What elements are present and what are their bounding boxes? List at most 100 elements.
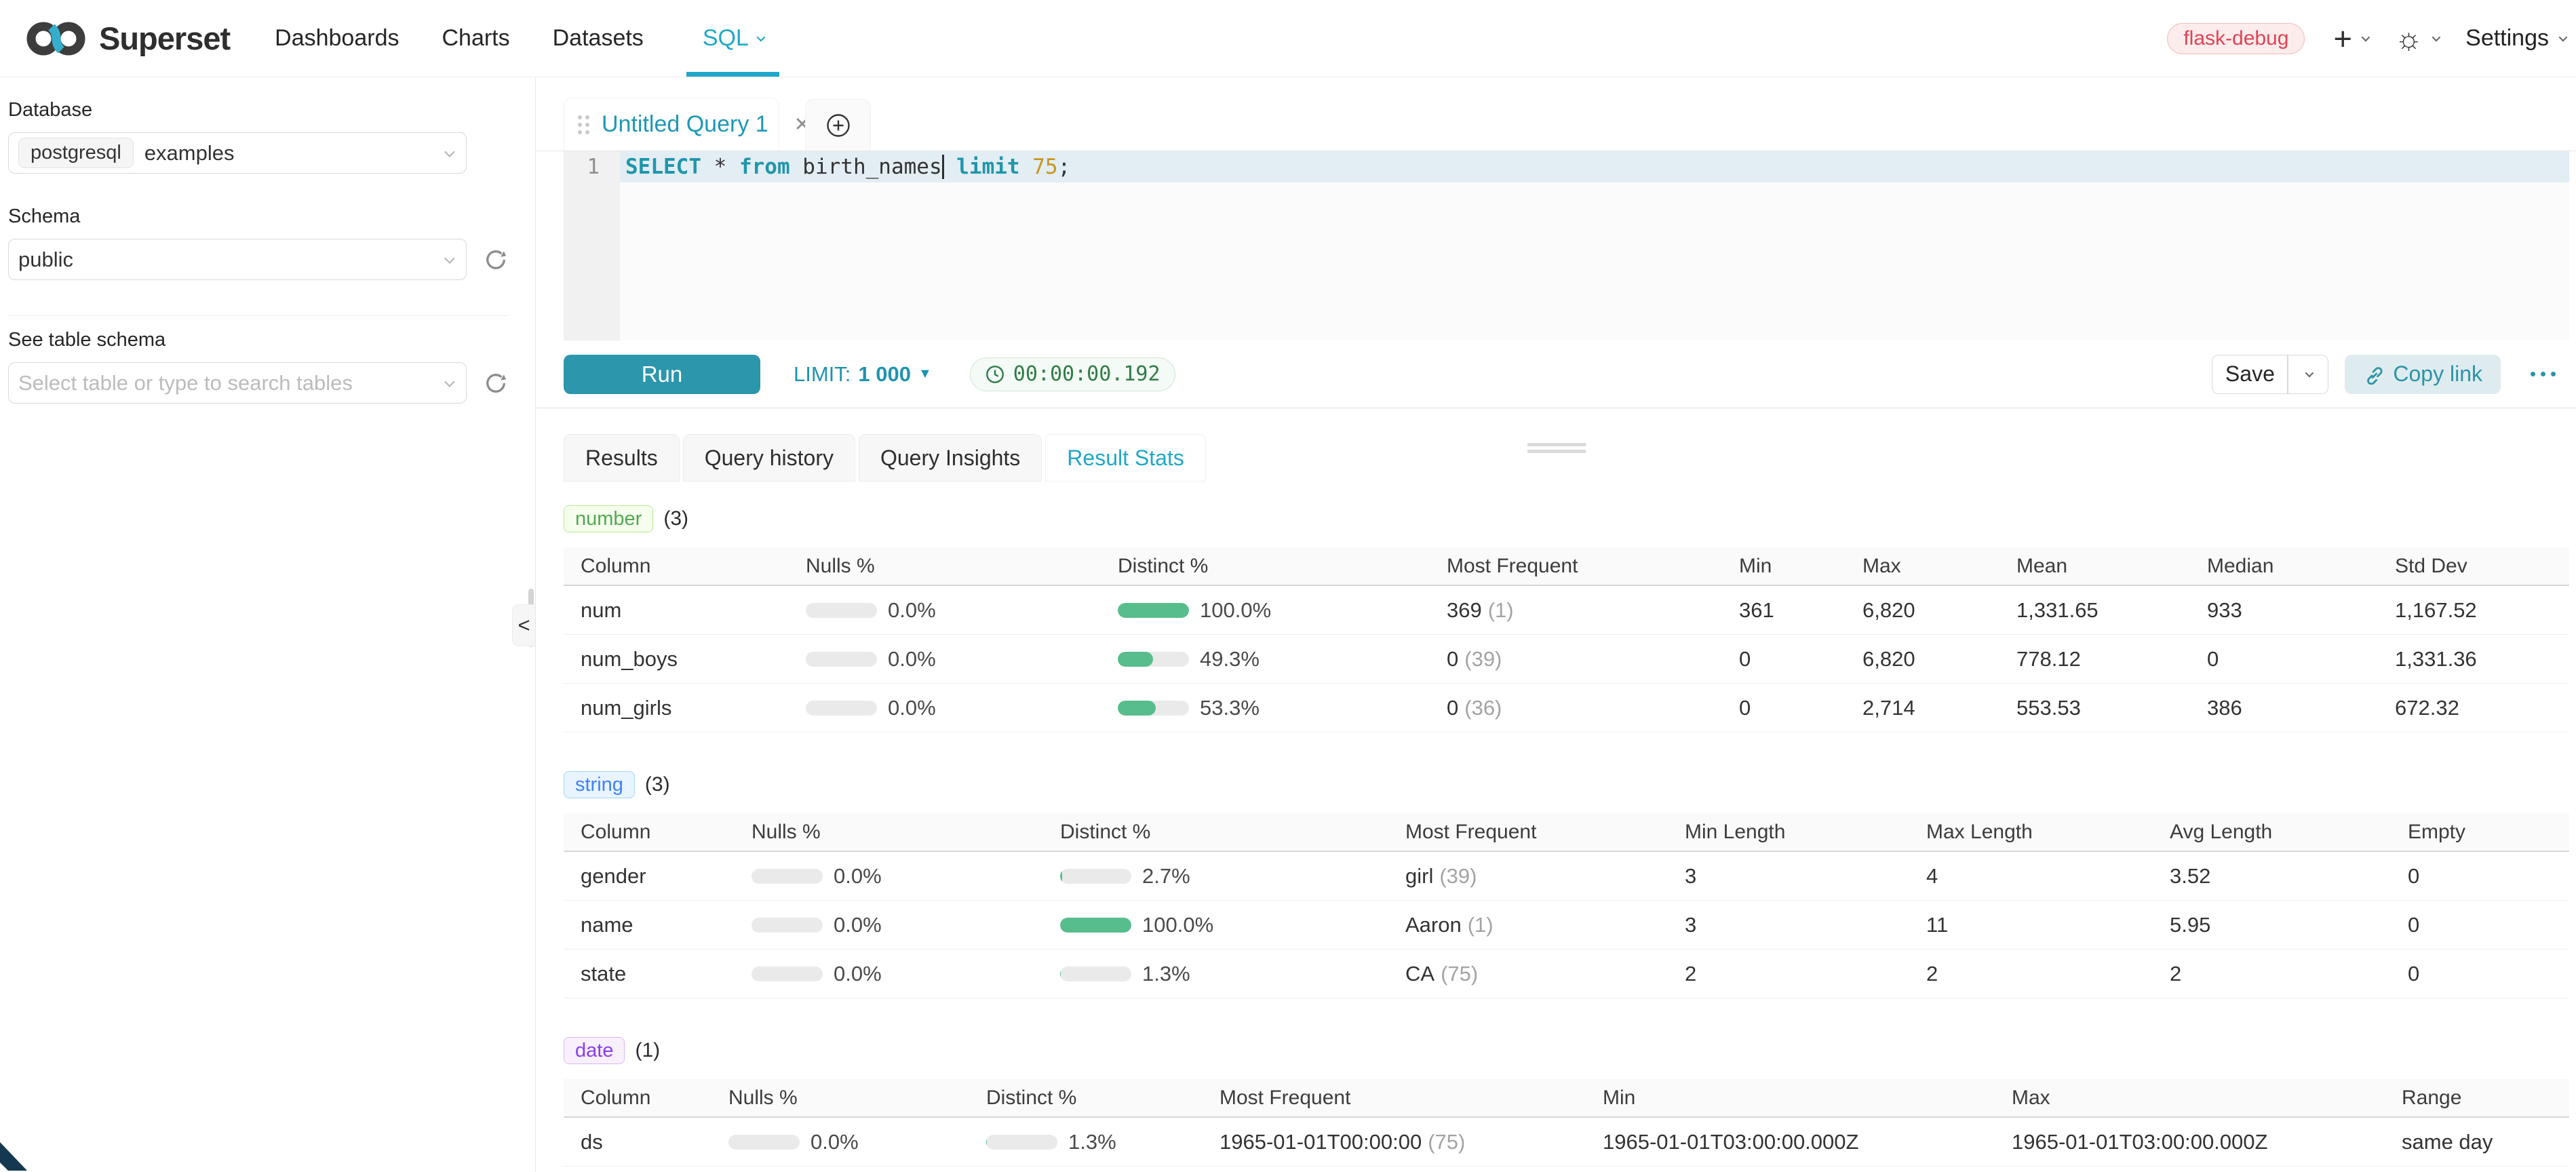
settings-label: Settings [2465, 25, 2549, 52]
schema-select[interactable]: public [8, 239, 467, 280]
save-options-button[interactable] [2288, 355, 2328, 394]
cell-empty: 0 [2408, 852, 2569, 900]
nav-item-datasets[interactable]: Datasets [553, 25, 644, 52]
chevron-down-icon [2432, 33, 2441, 42]
column-header-column: Column [564, 813, 752, 851]
percent-label: 0.0% [888, 696, 936, 720]
refresh-tables-icon[interactable] [484, 372, 507, 395]
navbar-right: flask-debug + ☼ Settings [2167, 22, 2576, 54]
sql-table-name: birth_names [790, 155, 942, 179]
progress-bar [1118, 603, 1189, 618]
cell-value: num [581, 598, 621, 623]
sql-keyword: limit [944, 155, 1020, 179]
result-tabs: Results Query history Query Insights Res… [536, 434, 2576, 482]
tab-results[interactable]: Results [564, 434, 680, 482]
cell-nulls: 0.0% [752, 852, 1060, 900]
cell-min: 361 [1739, 586, 1862, 634]
nav-item-sql[interactable]: SQL [686, 0, 779, 77]
column-header-nulls: Nulls % [728, 1079, 986, 1116]
nav-item-dashboards[interactable]: Dashboards [275, 25, 399, 52]
sql-keyword: SELECT [625, 155, 701, 179]
cell-distinct: 49.3% [1118, 635, 1447, 683]
cell-min-length: 2 [1685, 950, 1926, 998]
elapsed-timer: 00:00:00.192 [970, 357, 1175, 391]
cell-value: 672.32 [2395, 696, 2459, 720]
drag-handle-icon[interactable] [578, 115, 589, 134]
new-item-menu[interactable]: + [2333, 22, 2367, 54]
environment-badge: flask-debug [2167, 23, 2305, 54]
percent-label: 53.3% [1200, 696, 1260, 720]
settings-menu[interactable]: Settings [2465, 25, 2565, 52]
number-type-badge: number [564, 505, 653, 532]
cell-distinct: 100.0% [1118, 586, 1447, 634]
column-header-std-dev: Std Dev [2395, 547, 2569, 585]
run-button[interactable]: Run [564, 355, 760, 394]
frequent-value: CA [1405, 962, 1435, 986]
table-search-input[interactable] [18, 371, 428, 395]
editor-code-area[interactable]: SELECT * from birth_names limit 75; [620, 151, 2569, 340]
tab-query-history[interactable]: Query history [683, 434, 855, 482]
limit-label: LIMIT: [794, 362, 851, 387]
limit-dropdown[interactable]: LIMIT: 1 000 ▼ [794, 362, 932, 387]
editor-toolbar: Run LIMIT: 1 000 ▼ 00:00:00.192 Save [536, 340, 2576, 408]
superset-brand[interactable]: Superset [24, 17, 230, 60]
frequent-value: girl [1405, 864, 1433, 888]
plus-icon: + [2333, 22, 2351, 54]
frequent-count: (36) [1464, 696, 1502, 720]
theme-switcher[interactable]: ☼ [2395, 23, 2438, 54]
refresh-schemas-icon[interactable] [484, 248, 507, 271]
column-header-most-frequent: Most Frequent [1447, 547, 1739, 585]
column-header-max: Max [2012, 1079, 2402, 1116]
column-count: (1) [635, 1039, 660, 1062]
plus-circle-icon [825, 113, 851, 138]
cell-column: gender [564, 852, 752, 900]
cell-std-dev: 1,167.52 [2395, 586, 2569, 634]
query-tab[interactable]: Untitled Query 1 ✕ [564, 98, 779, 151]
cell-nulls: 0.0% [806, 586, 1118, 634]
tab-query-insights[interactable]: Query Insights [859, 434, 1042, 482]
cell-column: num_girls [564, 684, 806, 732]
database-name: examples [144, 141, 235, 165]
link-icon [2363, 364, 2383, 385]
column-count: (3) [645, 773, 670, 796]
sqllab-sidebar: Database postgresql examples Schema publ… [0, 78, 536, 1172]
cell-value: 3.52 [2170, 864, 2210, 888]
progress-bar [1118, 652, 1189, 667]
cell-min: 1965-01-01T03:00:00.000Z [1603, 1118, 2012, 1166]
cell-most-frequent: girl(39) [1405, 852, 1685, 900]
pane-resize-handle[interactable] [1527, 443, 1586, 456]
copy-link-button[interactable]: Copy link [2345, 355, 2501, 394]
frequent-value: Aaron [1405, 913, 1462, 937]
sql-editor-panel: 1 SELECT * from birth_names limit 75; Ru… [536, 151, 2576, 408]
progress-bar [752, 869, 823, 884]
cell-value: 0 [2207, 647, 2219, 671]
column-header-median: Median [2207, 547, 2395, 585]
cell-most-frequent: Aaron(1) [1405, 901, 1685, 949]
percent-label: 1.3% [1142, 962, 1190, 986]
progress-bar [752, 918, 823, 933]
cell-value: 2 [1685, 962, 1696, 986]
cell-min: 0 [1739, 684, 1862, 732]
database-select[interactable]: postgresql examples [8, 132, 467, 174]
percent-label: 0.0% [888, 598, 936, 623]
table-select[interactable] [8, 362, 467, 404]
query-tab-title: Untitled Query 1 [602, 111, 768, 138]
cell-value: 1,331.65 [2016, 598, 2099, 623]
sql-editor[interactable]: 1 SELECT * from birth_names limit 75; [564, 151, 2569, 340]
sql-number-literal: 75 [1020, 155, 1058, 179]
more-actions-button[interactable] [2531, 372, 2556, 376]
progress-bar [1118, 701, 1189, 716]
column-header-column: Column [564, 1079, 728, 1116]
nav-item-charts[interactable]: Charts [442, 25, 509, 52]
tab-result-stats[interactable]: Result Stats [1045, 434, 1206, 482]
progress-bar [752, 966, 823, 981]
new-query-tab-button[interactable] [805, 99, 871, 151]
main-nav: Dashboards Charts Datasets SQL [275, 0, 779, 77]
cell-min: 0 [1739, 635, 1862, 683]
column-header-column: Column [564, 547, 806, 585]
date-type-badge: date [564, 1037, 625, 1064]
frequent-count: (39) [1439, 864, 1477, 888]
collapse-sidebar-button[interactable]: < [512, 604, 535, 646]
cell-max: 6,820 [1862, 635, 2016, 683]
save-button[interactable]: Save [2212, 355, 2288, 394]
